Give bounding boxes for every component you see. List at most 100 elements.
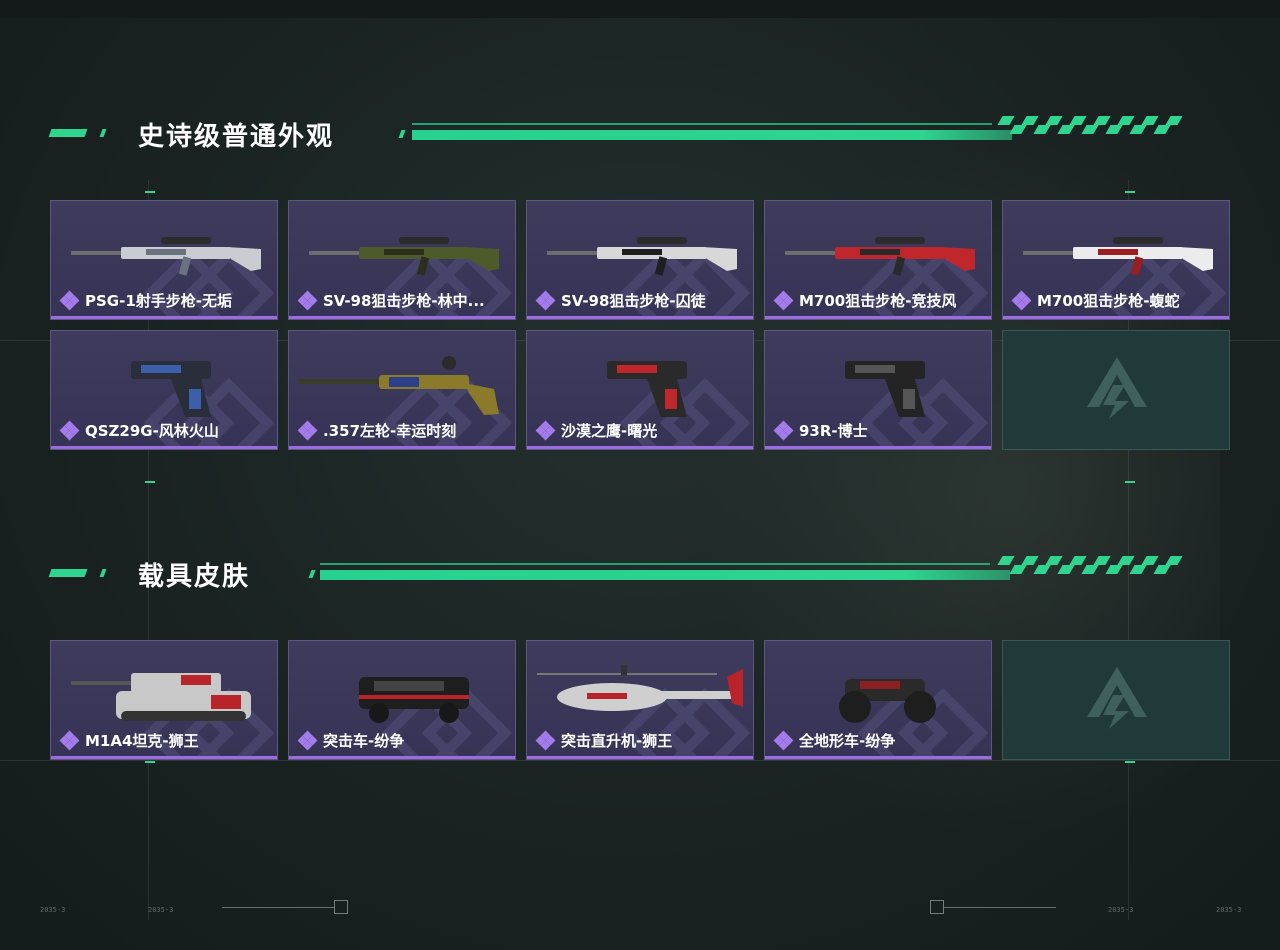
- card-label: 93R-博士: [773, 420, 868, 441]
- revolver-image: [299, 356, 499, 415]
- decor-line: [944, 907, 1056, 908]
- decor-mark: 2035-3: [148, 906, 174, 914]
- skin-name: SV-98狙击步枪-林中...: [323, 292, 485, 310]
- rarity-gem-icon: [773, 420, 794, 440]
- header-checker: [997, 116, 1190, 136]
- skin-card[interactable]: 全地形车-纷争: [764, 640, 992, 760]
- heli-image: [537, 665, 743, 711]
- skin-card[interactable]: 突击直升机-狮王: [526, 640, 754, 760]
- brand-logo-icon: [1087, 667, 1147, 729]
- card-label: SV-98狙击步枪-囚徒: [535, 290, 706, 311]
- card-label: 突击直升机-狮王: [535, 730, 673, 751]
- corner-tick: [1125, 761, 1135, 763]
- header-bar-thin: [412, 123, 992, 125]
- skin-card[interactable]: M700狙击步枪-蝮蛇: [1002, 200, 1230, 320]
- rifle-image: [1023, 237, 1213, 276]
- header-checker: [997, 556, 1190, 576]
- section-header-epic: 史诗级普通外观: [0, 116, 1280, 162]
- decor-line: [222, 907, 334, 908]
- guide-line: [0, 760, 1280, 761]
- skin-name: SV-98狙击步枪-囚徒: [561, 292, 706, 310]
- skin-card[interactable]: .357左轮-幸运时刻: [288, 330, 516, 450]
- card-label: M1A4坦克-狮王: [59, 730, 199, 751]
- atv-image: [839, 679, 936, 723]
- corner-tick: [1125, 481, 1135, 483]
- rarity-gem-icon: [297, 290, 318, 310]
- skin-card[interactable]: SV-98狙击步枪-囚徒: [526, 200, 754, 320]
- skin-card[interactable]: 沙漠之鹰-曙光: [526, 330, 754, 450]
- decor-square: [930, 900, 944, 914]
- header-accent: [99, 129, 107, 137]
- skin-card[interactable]: QSZ29G-风林火山: [50, 330, 278, 450]
- skin-card[interactable]: PSG-1射手步枪-无垢: [50, 200, 278, 320]
- decor-mark: 2035-3: [1216, 906, 1242, 914]
- epic-skins-grid: PSG-1射手步枪-无垢 SV-98狙击步枪-林中... SV-98狙击步枪-囚徒 M…: [50, 200, 1230, 450]
- corner-tick: [145, 761, 155, 763]
- rarity-gem-icon: [59, 420, 80, 440]
- card-label: M700狙击步枪-竞技风: [773, 290, 957, 311]
- skin-name: 全地形车-纷争: [799, 732, 896, 750]
- skin-card[interactable]: 突击车-纷争: [288, 640, 516, 760]
- section-title: 载具皮肤: [138, 562, 251, 592]
- rifle-image: [71, 237, 261, 276]
- rifle-image: [785, 237, 975, 276]
- rarity-gem-icon: [1011, 290, 1032, 310]
- section-title: 史诗级普通外观: [138, 122, 335, 152]
- empty-slot: [1002, 330, 1230, 450]
- skin-card[interactable]: M1A4坦克-狮王: [50, 640, 278, 760]
- rarity-gem-icon: [535, 420, 556, 440]
- rifle-image: [309, 237, 499, 276]
- rarity-gem-icon: [297, 730, 318, 750]
- skin-card[interactable]: SV-98狙击步枪-林中...: [288, 200, 516, 320]
- skin-name: M700狙击步枪-蝮蛇: [1037, 292, 1180, 310]
- card-label: 全地形车-纷争: [773, 730, 896, 751]
- header-accent: [48, 569, 88, 577]
- rarity-gem-icon: [59, 730, 80, 750]
- card-label: PSG-1射手步枪-无垢: [59, 290, 232, 311]
- pistol-image: [131, 361, 211, 417]
- header-accent: [308, 570, 316, 578]
- corner-tick: [145, 481, 155, 483]
- header-accent: [398, 130, 406, 138]
- skin-name: 突击车-纷争: [323, 732, 405, 750]
- rarity-gem-icon: [59, 290, 80, 310]
- skin-card[interactable]: M700狙击步枪-竞技风: [764, 200, 992, 320]
- rarity-gem-icon: [773, 730, 794, 750]
- corner-tick: [1125, 191, 1135, 193]
- rarity-gem-icon: [535, 730, 556, 750]
- decor-square: [334, 900, 348, 914]
- skin-name: 沙漠之鹰-曙光: [561, 422, 658, 440]
- decor-mark: 2035-3: [40, 906, 66, 914]
- top-bar: [0, 0, 1280, 18]
- rarity-gem-icon: [773, 290, 794, 310]
- skin-name: M1A4坦克-狮王: [85, 732, 199, 750]
- header-bar-thin: [320, 563, 990, 565]
- brand-logo-icon: [1087, 357, 1147, 419]
- skin-card[interactable]: 93R-博士: [764, 330, 992, 450]
- card-label: M700狙击步枪-蝮蛇: [1011, 290, 1180, 311]
- rifle-image: [547, 237, 737, 276]
- vehicle-skins-grid: M1A4坦克-狮王 突击车-纷争 突击直升机-狮王 全地形车-纷争: [50, 640, 1230, 760]
- car-image: [359, 677, 469, 723]
- card-label: 突击车-纷争: [297, 730, 405, 751]
- card-label: .357左轮-幸运时刻: [297, 420, 457, 441]
- header-accent: [48, 129, 88, 137]
- header-accent: [99, 569, 107, 577]
- decor-mark: 2035-3: [1108, 906, 1134, 914]
- header-bar: [320, 570, 1010, 580]
- section-header-vehicle: 载具皮肤: [0, 556, 1280, 602]
- skin-name: .357左轮-幸运时刻: [323, 422, 457, 440]
- card-label: 沙漠之鹰-曙光: [535, 420, 658, 441]
- skin-name: QSZ29G-风林火山: [85, 422, 219, 440]
- pistol-image: [607, 361, 687, 417]
- card-label: QSZ29G-风林火山: [59, 420, 219, 441]
- rarity-gem-icon: [297, 420, 318, 440]
- rarity-gem-icon: [535, 290, 556, 310]
- skin-name: 突击直升机-狮王: [561, 732, 673, 750]
- pistol-image: [845, 361, 925, 417]
- corner-tick: [145, 191, 155, 193]
- header-bar: [412, 130, 1012, 140]
- skin-name: M700狙击步枪-竞技风: [799, 292, 957, 310]
- empty-slot: [1002, 640, 1230, 760]
- card-label: SV-98狙击步枪-林中...: [297, 290, 485, 311]
